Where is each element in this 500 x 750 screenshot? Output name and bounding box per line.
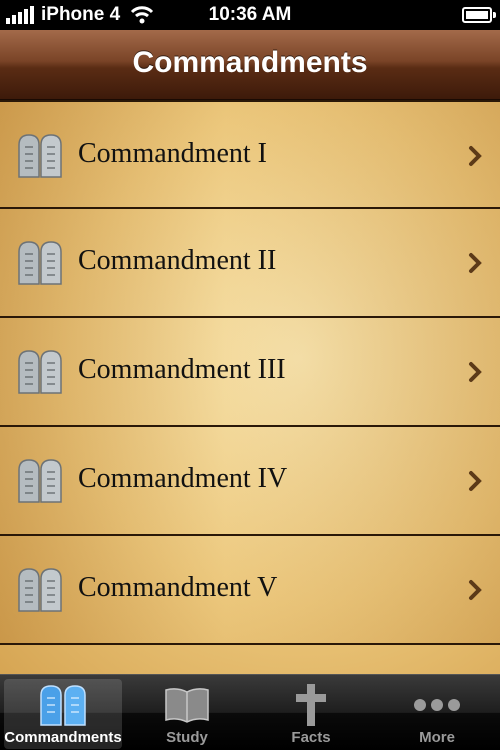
- commandments-list: Commandment I Commandment II Commandment…: [0, 100, 500, 674]
- list-item-label: Commandment IV: [78, 463, 288, 494]
- stone-tablets-icon: [18, 134, 62, 178]
- list-item-commandment-5[interactable]: Commandment V: [0, 536, 500, 645]
- stone-tablets-icon: [18, 568, 62, 612]
- more-dots-icon: [414, 699, 460, 711]
- list-item-commandment-3[interactable]: Commandment III: [0, 318, 500, 427]
- tablets-icon: [40, 685, 86, 726]
- chevron-right-icon: [469, 146, 482, 166]
- book-icon: [165, 688, 209, 723]
- tab-more[interactable]: More: [378, 679, 496, 749]
- list-item-label: Commandment I: [78, 138, 267, 169]
- stone-tablets-icon: [18, 350, 62, 394]
- tab-label: Facts: [291, 729, 331, 746]
- list-item-label: Commandment II: [78, 245, 277, 276]
- status-bar: iPhone 4 10:36 AM: [0, 0, 500, 30]
- list-item-commandment-2[interactable]: Commandment II: [0, 209, 500, 318]
- page-title: Commandments: [132, 46, 368, 79]
- list-item-commandment-1[interactable]: Commandment I: [0, 100, 500, 209]
- stone-tablets-icon: [18, 241, 62, 285]
- tab-facts[interactable]: Facts: [252, 679, 370, 749]
- tab-label: Commandments: [4, 729, 122, 746]
- chevron-right-icon: [469, 580, 482, 600]
- tab-label: Study: [166, 729, 208, 746]
- navigation-bar: Commandments: [0, 30, 500, 100]
- list-item-label: Commandment V: [78, 572, 278, 603]
- stone-tablets-icon: [18, 459, 62, 503]
- list-item-commandment-4[interactable]: Commandment IV: [0, 427, 500, 536]
- list-item-label: Commandment III: [78, 354, 286, 385]
- tab-label: More: [419, 729, 455, 746]
- tab-study[interactable]: Study: [128, 679, 246, 749]
- tab-commandments[interactable]: Commandments: [4, 679, 122, 749]
- chevron-right-icon: [469, 362, 482, 382]
- chevron-right-icon: [469, 253, 482, 273]
- chevron-right-icon: [469, 471, 482, 491]
- cross-icon: [296, 684, 326, 726]
- tab-bar: Commandments Study Facts More: [0, 674, 500, 750]
- status-time: 10:36 AM: [208, 4, 292, 25]
- battery-icon: [462, 7, 496, 23]
